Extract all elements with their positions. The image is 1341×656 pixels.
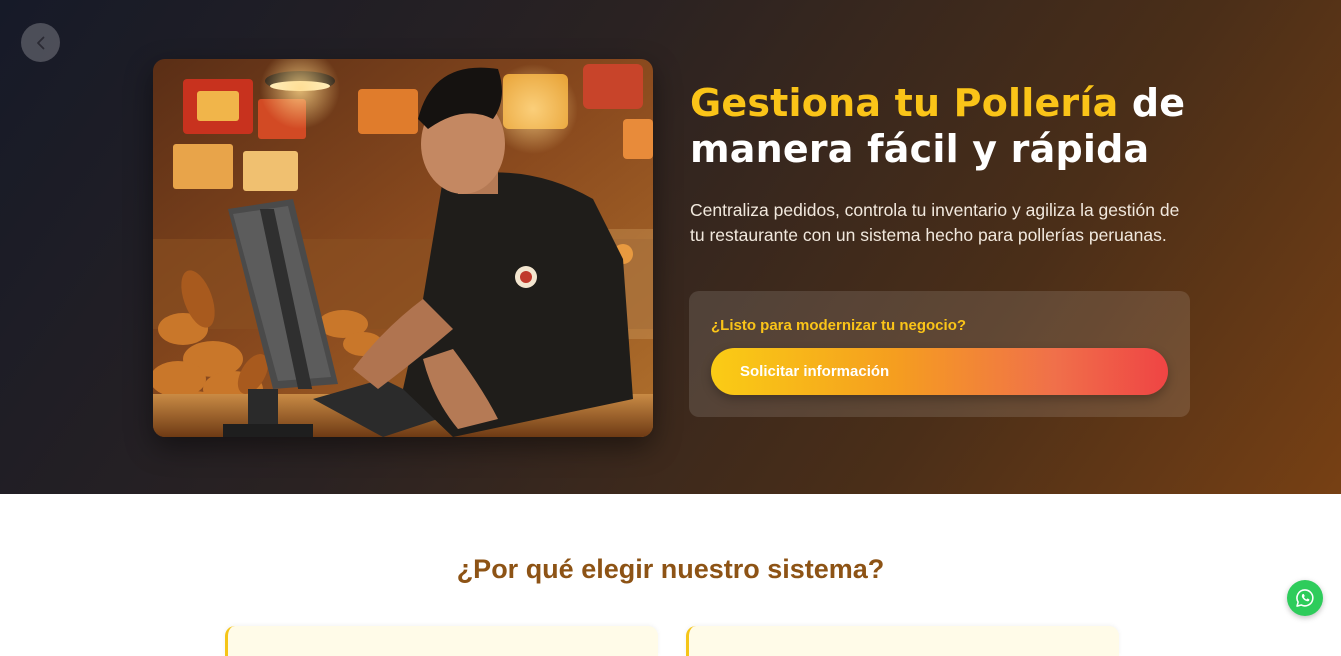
- chevron-left-icon: [36, 36, 44, 49]
- hero-title-accent: Gestiona tu Pollería: [690, 81, 1119, 125]
- cta-box: ¿Listo para modernizar tu negocio? Solic…: [689, 291, 1190, 417]
- hero-title: Gestiona tu Pollería de manera fácil y r…: [690, 80, 1190, 172]
- feature-card: [686, 626, 1119, 656]
- request-info-button[interactable]: Solicitar información: [711, 348, 1168, 395]
- features-section-title: ¿Por qué elegir nuestro sistema?: [456, 554, 885, 584]
- hero-section: Gestiona tu Pollería de manera fácil y r…: [0, 0, 1341, 494]
- whatsapp-icon: [1296, 589, 1314, 607]
- feature-card: [225, 626, 658, 656]
- hero-image: [153, 59, 653, 437]
- hero-content: Gestiona tu Pollería de manera fácil y r…: [690, 80, 1190, 248]
- hero-description: Centraliza pedidos, controla tu inventar…: [690, 200, 1180, 245]
- hero-title-rest: de: [1118, 81, 1186, 125]
- request-info-button-label: Solicitar información: [740, 363, 890, 380]
- back-button[interactable]: [21, 23, 60, 62]
- hero-title-line2: manera fácil y rápida: [690, 127, 1150, 171]
- whatsapp-button[interactable]: [1287, 580, 1323, 616]
- cta-question: ¿Listo para modernizar tu negocio?: [711, 317, 967, 334]
